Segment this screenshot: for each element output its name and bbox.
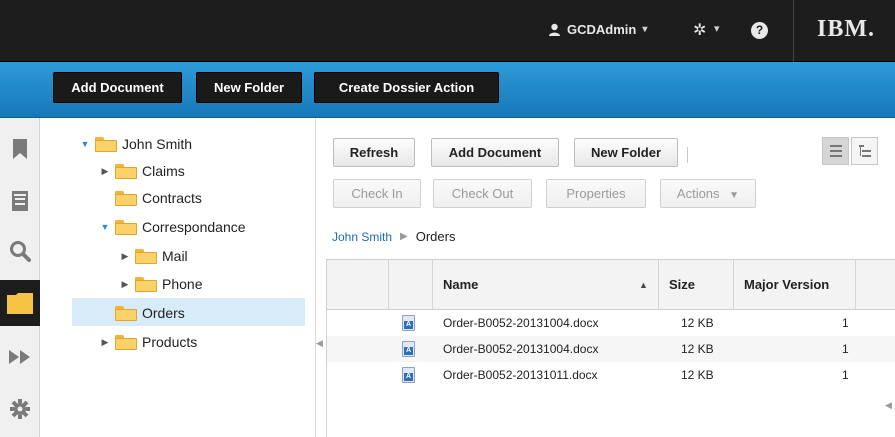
toolbar-separator [687,147,688,163]
folder-icon [135,248,157,264]
actions-label: Actions [676,186,720,201]
expand-toggle-icon[interactable]: ▼ [100,222,110,232]
feature-rail [0,118,40,437]
document-name[interactable]: Order-B0052-20131004.docx [443,310,598,336]
word-document-icon: A [402,367,415,383]
tree-item-claims[interactable]: ▶ Claims [100,158,185,184]
tree-view-icon [858,145,871,157]
top-banner: GCDAdmin ▾ ✲ ▾ ? IBM. [0,0,895,62]
chevron-down-icon: ▾ [642,24,648,35]
user-name: GCDAdmin [567,22,637,37]
tree-item-correspondance[interactable]: ▼ Correspondance [100,214,246,240]
table-row[interactable]: A Order-B0052-20131004.docx 12 KB 1 [327,336,895,362]
rail-item-favorites[interactable] [0,126,40,172]
table-row[interactable]: A Order-B0052-20131004.docx 12 KB 1 [327,310,895,336]
help-icon[interactable]: ? [751,22,768,39]
add-document-button[interactable]: Add Document [53,72,182,103]
chevron-down-icon: ▼ [729,190,740,201]
user-icon [549,23,560,36]
folder-icon [115,334,137,350]
sort-ascending-icon: ▲ [639,280,648,290]
action-bar: Add Document New Folder Create Dossier A… [0,62,895,118]
document-name[interactable]: Order-B0052-20131004.docx [443,336,598,362]
document-size: 12 KB [681,368,714,382]
folder-icon [115,219,137,235]
rail-item-search[interactable] [0,228,40,274]
banner-divider [793,0,794,62]
search-icon [10,241,31,262]
rail-item-admin[interactable] [0,386,40,432]
new-folder-toolbar-button[interactable]: New Folder [574,138,678,167]
folder-icon [115,305,137,321]
list-view-icon [829,145,842,157]
brand-logo: IBM. [817,16,875,42]
gear-icon [10,399,30,419]
breadcrumb-current: Orders [415,229,456,244]
create-dossier-action-button[interactable]: Create Dossier Action [314,72,499,103]
collapse-toggle-icon[interactable]: ▶ [120,251,130,262]
tree-item-phone[interactable]: ▶ Phone [120,271,203,297]
collapse-toggle-icon[interactable]: ▶ [100,166,110,177]
rail-item-launch[interactable] [0,334,40,380]
settings-icon[interactable]: ✲ [693,20,706,40]
word-document-icon: A [402,315,415,331]
document-major-version: 1 [842,368,849,382]
tree-item-john-smith[interactable]: ▼ John Smith [80,131,193,157]
rail-item-browse[interactable] [0,280,40,326]
breadcrumb-link-john-smith[interactable]: John Smith [332,230,392,244]
rail-item-work[interactable] [0,178,40,224]
actions-menu-button[interactable]: Actions ▼ [660,179,756,208]
table-row[interactable]: A Order-B0052-20131011.docx 12 KB 1 [327,362,895,388]
column-header-select[interactable] [327,260,389,310]
user-menu[interactable]: GCDAdmin ▾ [548,22,647,37]
expand-toggle-icon[interactable]: ▼ [80,139,90,149]
column-header-major-version[interactable]: Major Version [734,260,856,310]
column-header-size[interactable]: Size [659,260,734,310]
properties-button[interactable]: Properties [546,179,646,208]
grid-header: Name ▲ Size Major Version [327,260,895,310]
folder-icon [135,276,157,292]
collapse-toggle-icon[interactable]: ▶ [120,279,130,290]
breadcrumb: John Smith ▶ Orders [332,229,455,244]
details-view-button[interactable] [822,137,849,165]
add-document-toolbar-button[interactable]: Add Document [431,138,559,167]
tree-item-orders[interactable]: Orders [115,300,185,326]
document-name[interactable]: Order-B0052-20131011.docx [443,362,598,388]
document-major-version: 1 [842,342,849,356]
folder-icon [95,136,117,152]
check-out-button[interactable]: Check Out [433,179,532,208]
refresh-button[interactable]: Refresh [333,138,415,167]
chevron-down-icon[interactable]: ▾ [714,22,720,35]
tree-view-button[interactable] [851,137,878,165]
tree-selection-highlight [72,298,305,326]
check-in-button[interactable]: Check In [333,179,421,208]
tree-item-products[interactable]: ▶ Products [100,329,198,355]
column-header-icon[interactable] [389,260,433,310]
inbox-icon [12,191,28,211]
bookmark-icon [13,139,27,159]
word-document-icon: A [402,341,415,357]
tree-item-contracts[interactable]: Contracts [115,185,202,211]
fast-forward-icon [9,350,30,364]
tree-item-mail[interactable]: ▶ Mail [120,243,188,269]
document-size: 12 KB [681,342,714,356]
column-header-filler [856,260,895,310]
folder-icon [7,293,33,314]
content-list-grid: Name ▲ Size Major Version A Order-B0052-… [326,259,895,437]
document-major-version: 1 [842,316,849,330]
new-folder-button[interactable]: New Folder [196,72,302,103]
breadcrumb-separator-icon: ▶ [400,231,408,242]
folder-icon [115,190,137,206]
collapse-toggle-icon[interactable]: ▶ [100,337,110,348]
column-header-name[interactable]: Name ▲ [433,260,659,310]
document-size: 12 KB [681,316,714,330]
folder-icon [115,163,137,179]
scroll-left-icon[interactable]: ◀ [885,400,892,411]
